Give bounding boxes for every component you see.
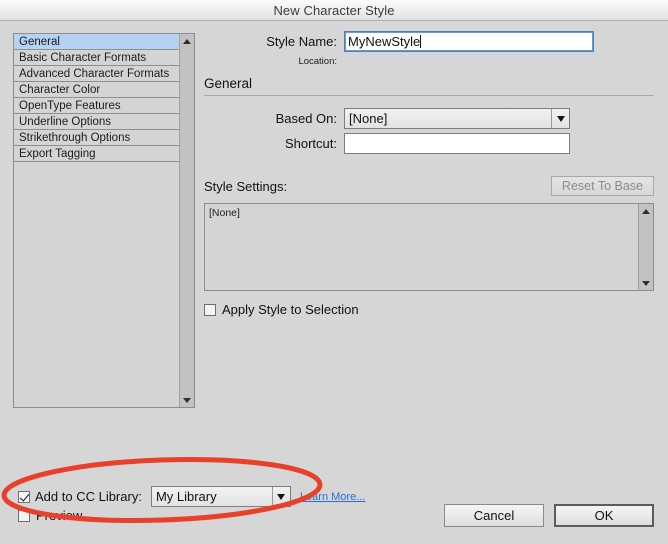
based-on-value: [None] <box>349 111 388 126</box>
sidebar-item-label: Underline Options <box>19 116 112 128</box>
category-list-scrollbar[interactable] <box>179 34 194 407</box>
sidebar-item-advanced-character-formats[interactable]: Advanced Character Formats <box>14 66 179 82</box>
sidebar-item-label: OpenType Features <box>19 100 121 112</box>
section-title-general: General <box>204 76 253 91</box>
sidebar-item-underline-options[interactable]: Underline Options <box>14 114 179 130</box>
sidebar-item-label: Character Color <box>19 84 101 96</box>
shortcut-label: Shortcut: <box>284 136 337 151</box>
style-settings-label: Style Settings: <box>204 178 288 194</box>
category-list-panel: General Basic Character Formats Advanced… <box>13 33 195 408</box>
text-caret <box>420 35 422 48</box>
sidebar-item-character-color[interactable]: Character Color <box>14 82 179 98</box>
style-settings-header-row: Style Settings: Reset To Base <box>204 176 654 196</box>
main-content: Style Name: MyNewStyle Location: General… <box>204 31 654 317</box>
reset-to-base-button[interactable]: Reset To Base <box>550 176 654 196</box>
style-name-row: Style Name: MyNewStyle <box>204 31 654 52</box>
scroll-up-button[interactable] <box>639 204 653 218</box>
sidebar-item-label: Strikethrough Options <box>19 132 131 144</box>
based-on-label: Based On: <box>275 111 337 126</box>
based-on-dropdown[interactable]: [None] <box>344 108 570 129</box>
style-settings-box: [None] <box>204 203 654 291</box>
sidebar-item-label: Export Tagging <box>19 148 96 160</box>
dropdown-arrow-button[interactable] <box>551 109 569 128</box>
annotation-ellipse <box>1 457 323 523</box>
dialog-button-bar: Cancel OK <box>444 504 654 527</box>
shortcut-input[interactable] <box>344 133 570 154</box>
location-row: Location: <box>204 56 654 67</box>
triangle-up-icon <box>183 38 191 44</box>
sidebar-item-strikethrough-options[interactable]: Strikethrough Options <box>14 130 179 146</box>
ok-button[interactable]: OK <box>554 504 654 527</box>
style-name-input[interactable]: MyNewStyle <box>344 31 594 52</box>
cancel-button[interactable]: Cancel <box>444 504 544 527</box>
style-settings-scrollbar[interactable] <box>638 204 653 290</box>
sidebar-item-export-tagging[interactable]: Export Tagging <box>14 146 179 162</box>
location-label: Location: <box>298 56 337 67</box>
annotation-ellipse-shape <box>1 457 323 523</box>
apply-style-to-selection-checkbox[interactable] <box>204 303 216 316</box>
shortcut-row: Shortcut: <box>204 133 654 154</box>
scroll-down-button[interactable] <box>639 276 653 290</box>
based-on-row: Based On: [None] <box>204 108 654 129</box>
sidebar-item-label: Advanced Character Formats <box>19 68 170 80</box>
style-settings-value: [None] <box>209 207 240 219</box>
scroll-up-button[interactable] <box>180 34 194 48</box>
scroll-down-button[interactable] <box>180 393 194 407</box>
style-name-label: Style Name: <box>266 34 337 49</box>
category-list: General Basic Character Formats Advanced… <box>14 34 179 407</box>
apply-style-to-selection-row[interactable]: Apply Style to Selection <box>204 302 654 317</box>
window-title: New Character Style <box>273 3 395 18</box>
section-divider <box>204 95 654 96</box>
sidebar-item-label: Basic Character Formats <box>19 52 147 64</box>
sidebar-item-general[interactable]: General <box>14 34 179 50</box>
sidebar-item-opentype-features[interactable]: OpenType Features <box>14 98 179 114</box>
sidebar-item-basic-character-formats[interactable]: Basic Character Formats <box>14 50 179 66</box>
chevron-down-icon <box>556 115 565 122</box>
triangle-down-icon <box>183 397 191 403</box>
title-bar: New Character Style <box>0 0 668 21</box>
style-name-value: MyNewStyle <box>348 34 421 49</box>
apply-style-to-selection-label: Apply Style to Selection <box>222 302 359 317</box>
triangle-down-icon <box>642 280 650 286</box>
triangle-up-icon <box>642 208 650 214</box>
sidebar-item-label: General <box>19 36 60 48</box>
